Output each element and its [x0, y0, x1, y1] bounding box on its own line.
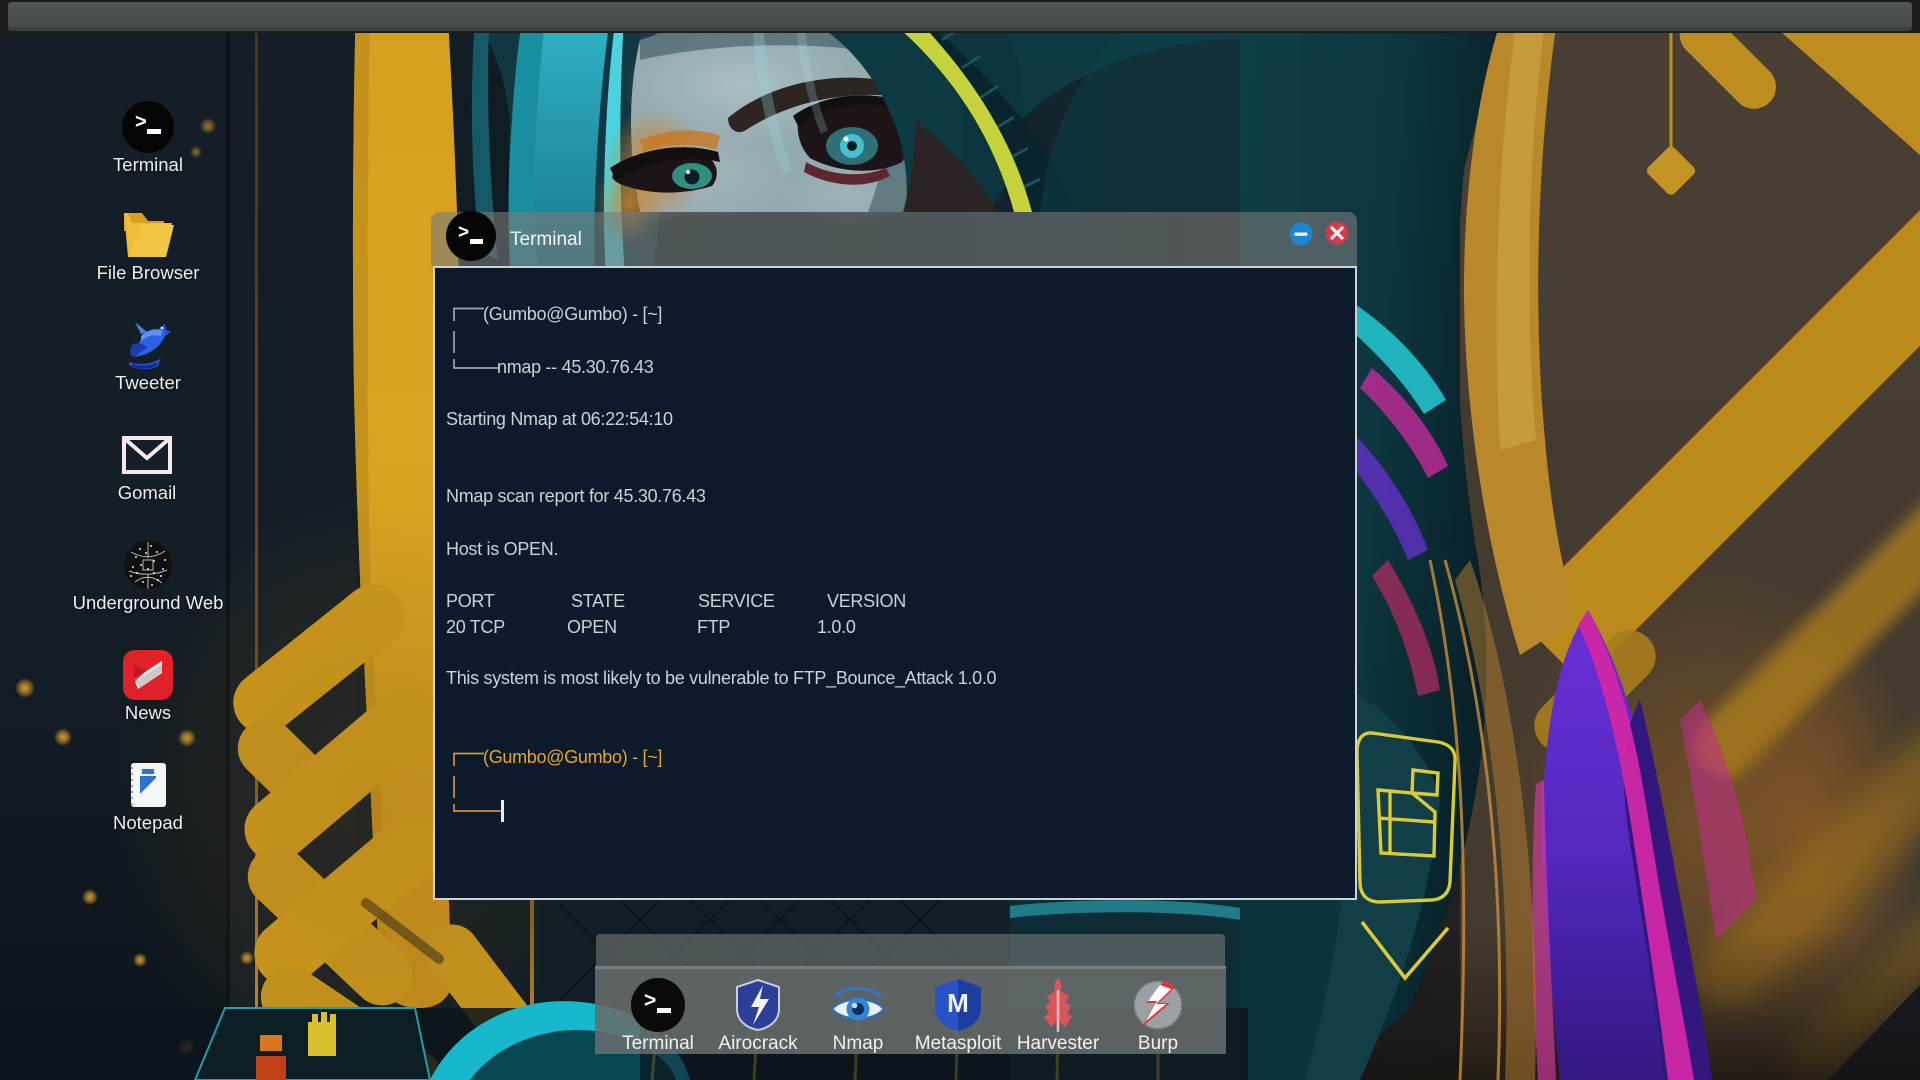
- svg-text:>: >: [644, 989, 656, 1012]
- svg-text:>: >: [458, 222, 469, 243]
- svg-text:>: >: [135, 111, 147, 133]
- svg-text:M: M: [947, 988, 969, 1018]
